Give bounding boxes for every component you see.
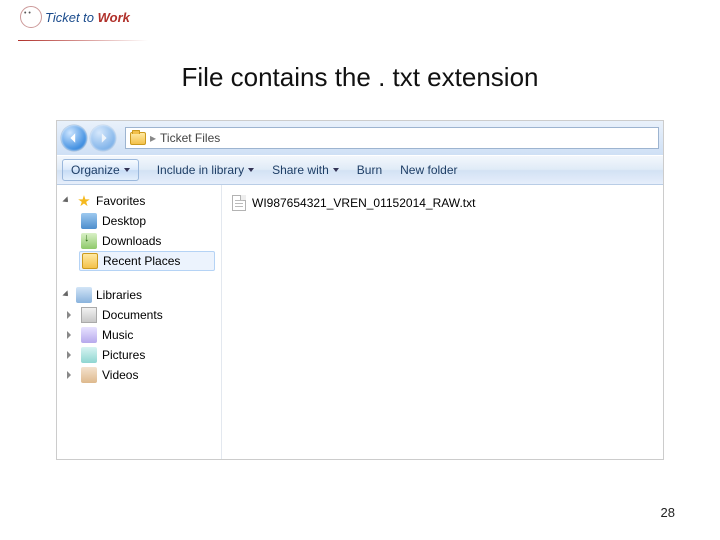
sidebar-item-videos[interactable]: Videos <box>79 365 221 385</box>
new-folder-button[interactable]: New folder <box>400 163 457 177</box>
logo-face-icon <box>20 6 42 28</box>
toolbar: Organize Include in library Share with B… <box>57 155 663 185</box>
videos-label: Videos <box>102 368 138 382</box>
share-with-button[interactable]: Share with <box>272 163 339 177</box>
videos-icon <box>81 367 97 383</box>
favorites-header[interactable]: ★ Favorites <box>57 191 221 211</box>
sidebar-item-documents[interactable]: Documents <box>79 305 221 325</box>
include-library-button[interactable]: Include in library <box>157 163 254 177</box>
dropdown-icon <box>333 168 339 172</box>
share-label: Share with <box>272 163 329 177</box>
libraries-icon <box>76 287 92 303</box>
file-list-pane[interactable]: WI987654321_VREN_01152014_RAW.txt <box>222 185 663 459</box>
file-item[interactable]: WI987654321_VREN_01152014_RAW.txt <box>232 193 653 213</box>
recent-places-icon <box>82 253 98 269</box>
documents-label: Documents <box>102 308 163 322</box>
forward-button[interactable] <box>90 125 116 151</box>
newfolder-label: New folder <box>400 163 457 177</box>
arrow-left-icon <box>68 132 80 144</box>
burn-button[interactable]: Burn <box>357 163 382 177</box>
recent-label: Recent Places <box>103 254 180 268</box>
music-label: Music <box>102 328 133 342</box>
dropdown-icon <box>248 168 254 172</box>
nav-pane: ★ Favorites Desktop Downloads Recent Pla… <box>57 185 222 459</box>
explorer-body: ★ Favorites Desktop Downloads Recent Pla… <box>57 185 663 459</box>
pictures-icon <box>81 347 97 363</box>
ticket-to-work-logo: Ticket to Work <box>20 6 130 28</box>
pictures-label: Pictures <box>102 348 145 362</box>
folder-icon <box>130 132 146 145</box>
desktop-icon <box>81 213 97 229</box>
desktop-label: Desktop <box>102 214 146 228</box>
libraries-header[interactable]: Libraries <box>57 285 221 305</box>
logo-text: Ticket to Work <box>45 10 130 25</box>
address-bar[interactable]: ▸ Ticket Files <box>125 127 659 149</box>
slide-title: File contains the . txt extension <box>0 62 720 93</box>
sidebar-item-desktop[interactable]: Desktop <box>79 211 221 231</box>
sidebar-item-recent-places[interactable]: Recent Places <box>79 251 215 271</box>
breadcrumb-location[interactable]: Ticket Files <box>160 131 220 145</box>
star-icon: ★ <box>76 193 92 209</box>
include-label: Include in library <box>157 163 244 177</box>
sidebar-item-downloads[interactable]: Downloads <box>79 231 221 251</box>
documents-icon <box>81 307 97 323</box>
nav-bar: ▸ Ticket Files <box>57 121 663 155</box>
breadcrumb-sep: ▸ <box>150 131 156 145</box>
text-file-icon <box>232 195 246 211</box>
downloads-label: Downloads <box>102 234 161 248</box>
music-icon <box>81 327 97 343</box>
sidebar-item-music[interactable]: Music <box>79 325 221 345</box>
downloads-icon <box>81 233 97 249</box>
explorer-window: ▸ Ticket Files Organize Include in libra… <box>56 120 664 460</box>
expand-icon <box>63 291 72 300</box>
file-name: WI987654321_VREN_01152014_RAW.txt <box>252 196 475 210</box>
dropdown-icon <box>124 168 130 172</box>
organize-label: Organize <box>71 163 120 177</box>
expand-icon <box>63 197 72 206</box>
back-button[interactable] <box>61 125 87 151</box>
favorites-label: Favorites <box>96 194 145 208</box>
burn-label: Burn <box>357 163 382 177</box>
page-number: 28 <box>661 505 675 520</box>
sidebar-item-pictures[interactable]: Pictures <box>79 345 221 365</box>
arrow-right-icon <box>97 132 109 144</box>
libraries-label: Libraries <box>96 288 142 302</box>
logo-underline <box>18 40 148 41</box>
organize-button[interactable]: Organize <box>62 159 139 181</box>
